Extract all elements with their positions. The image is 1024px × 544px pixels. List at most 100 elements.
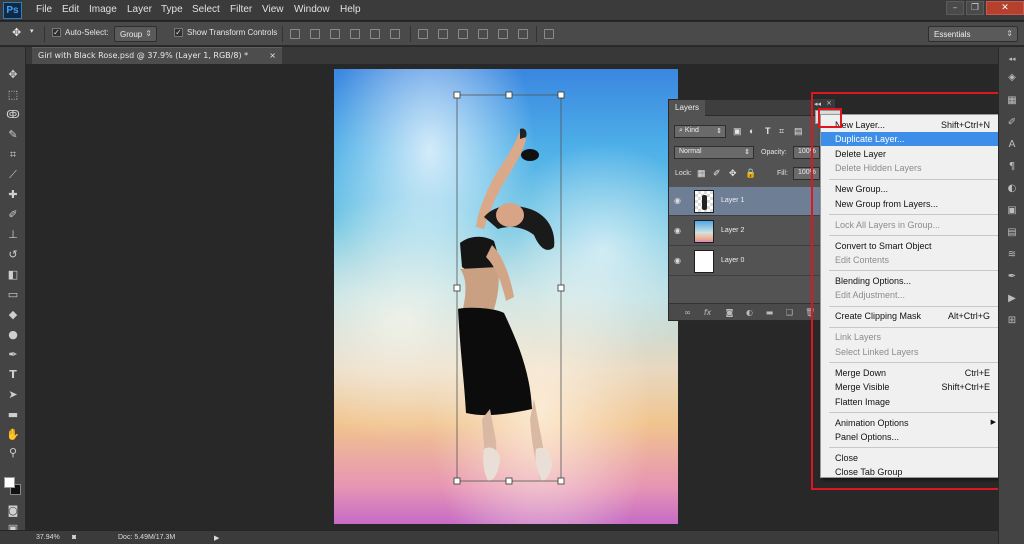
layers-tab[interactable]: Layers xyxy=(669,100,706,116)
history-panel-icon[interactable]: ◈ xyxy=(1006,72,1018,84)
menu-item-new-group-from-layers[interactable]: New Group from Layers... xyxy=(821,197,1002,211)
layer-row[interactable]: ◉ Layer 0 xyxy=(669,247,820,276)
lock-all-icon[interactable]: 🔒 xyxy=(745,168,756,179)
history-brush-tool-icon[interactable]: ↺ xyxy=(5,247,21,263)
visibility-eye-icon[interactable]: ◉ xyxy=(674,226,685,235)
menu-item-panel-options[interactable]: Panel Options... xyxy=(821,430,1002,444)
properties-panel-icon[interactable]: ▦ xyxy=(1006,95,1018,107)
styles-panel-icon[interactable]: ▣ xyxy=(1006,205,1018,217)
align-vcenter-icon[interactable] xyxy=(310,29,320,39)
menu-item-close-tab-group[interactable]: Close Tab Group xyxy=(821,465,1002,479)
workspace-dropdown[interactable]: Essentials ⇕ xyxy=(928,26,1018,42)
menu-item-convert-to-smart-object[interactable]: Convert to Smart Object xyxy=(821,239,1002,253)
clone-stamp-tool-icon[interactable]: ⊥ xyxy=(5,227,21,243)
paragraph-panel-icon[interactable]: ¶ xyxy=(1006,161,1018,173)
new-layer-icon[interactable]: ❑ xyxy=(785,308,794,317)
menu-window[interactable]: Window xyxy=(294,4,330,15)
tool-preset-dropdown-icon[interactable]: ▾ xyxy=(30,27,34,35)
layer-name[interactable]: Layer 1 xyxy=(721,197,744,204)
menu-view[interactable]: View xyxy=(262,4,284,15)
zoom-tool-icon[interactable]: ⚲ xyxy=(5,445,21,461)
visibility-eye-icon[interactable]: ◉ xyxy=(674,196,685,205)
eraser-tool-icon[interactable]: ◧ xyxy=(5,267,21,283)
menu-item-flatten-image[interactable]: Flatten Image xyxy=(821,395,1002,409)
restore-button[interactable]: ❐ xyxy=(966,1,984,15)
rectangle-tool-icon[interactable]: ▬ xyxy=(5,407,21,423)
align-right-icon[interactable] xyxy=(390,29,400,39)
menu-file[interactable]: File xyxy=(36,4,52,15)
distribute-right-icon[interactable] xyxy=(518,29,528,39)
type-filter-icon[interactable]: T xyxy=(765,126,771,136)
swatches-panel-icon[interactable]: ▤ xyxy=(1006,227,1018,239)
mask-icon[interactable]: ◙ xyxy=(725,308,734,317)
handle-bottom-middle[interactable] xyxy=(505,477,513,485)
collapse-panel-icon[interactable]: ◂◂ xyxy=(814,100,821,108)
adjustment-icon[interactable]: ◐ xyxy=(745,308,754,317)
adjustment-filter-icon[interactable]: ◐ xyxy=(749,126,754,136)
close-tab-icon[interactable]: × xyxy=(269,51,276,60)
menu-item-merge-down[interactable]: Merge Down Ctrl+E xyxy=(821,366,1002,380)
lasso-tool-icon[interactable]: ↂ xyxy=(5,107,21,123)
move-tool-icon[interactable]: ✥ xyxy=(12,26,21,39)
quick-selection-tool-icon[interactable]: ✎ xyxy=(5,127,21,143)
adjustments-panel-icon[interactable]: ◐ xyxy=(1006,183,1018,195)
handle-top-left[interactable] xyxy=(453,91,461,99)
distribute-bottom-icon[interactable] xyxy=(458,29,468,39)
auto-select-target-dropdown[interactable]: Group ⇕ xyxy=(114,26,157,42)
lock-transparency-icon[interactable]: ▦ xyxy=(697,168,706,179)
minimize-button[interactable]: – xyxy=(946,1,964,15)
move-tool-icon[interactable]: ✥ xyxy=(5,67,21,83)
align-hcenter-icon[interactable] xyxy=(370,29,380,39)
shape-filter-icon[interactable]: ⌗ xyxy=(779,126,784,137)
close-panel-icon[interactable]: × xyxy=(826,99,832,107)
document-canvas[interactable] xyxy=(334,69,678,524)
menu-help[interactable]: Help xyxy=(340,4,361,15)
distribute-left-icon[interactable] xyxy=(478,29,488,39)
pixel-filter-icon[interactable]: ▣ xyxy=(733,126,742,137)
align-top-icon[interactable] xyxy=(290,29,300,39)
blur-tool-icon[interactable]: ◆ xyxy=(5,307,21,323)
status-menu-arrow-icon[interactable]: ▶ xyxy=(214,534,219,542)
link-icon[interactable]: ∞ xyxy=(683,308,692,317)
auto-select-checkbox[interactable]: ✓ xyxy=(52,28,61,37)
menu-item-animation-options[interactable]: Animation Options ▶ xyxy=(821,416,1002,430)
visibility-eye-icon[interactable]: ◉ xyxy=(674,256,685,265)
menu-item-close[interactable]: Close xyxy=(821,451,1002,465)
brush-tool-icon[interactable]: ✐ xyxy=(5,207,21,223)
handle-bottom-left[interactable] xyxy=(453,477,461,485)
zoom-level[interactable]: 37.94% xyxy=(36,534,60,541)
menu-item-merge-visible[interactable]: Merge Visible Shift+Ctrl+E xyxy=(821,380,1002,394)
trash-icon[interactable]: 🗑 xyxy=(805,308,815,317)
status-info-icon[interactable]: ◙ xyxy=(72,534,76,541)
eyedropper-tool-icon[interactable]: ⟋ xyxy=(5,167,21,183)
fill-input[interactable]: 100% xyxy=(793,167,820,180)
show-transform-checkbox[interactable]: ✓ xyxy=(174,28,183,37)
lock-position-icon[interactable]: ✥ xyxy=(729,168,737,179)
distribute-top-icon[interactable] xyxy=(418,29,428,39)
paths-panel-icon[interactable]: ✒ xyxy=(1006,271,1018,283)
menu-type[interactable]: Type xyxy=(161,4,183,15)
layer-name[interactable]: Layer 2 xyxy=(721,227,744,234)
handle-middle-left[interactable] xyxy=(453,284,461,292)
hand-tool-icon[interactable]: ✋ xyxy=(5,427,21,443)
smart-object-filter-icon[interactable]: ▤ xyxy=(794,126,803,137)
menu-layer[interactable]: Layer xyxy=(127,4,152,15)
align-left-icon[interactable] xyxy=(350,29,360,39)
layer-filter-dropdown[interactable]: ⌕ Kind ⇕ xyxy=(674,125,726,138)
close-window-button[interactable]: ✕ xyxy=(986,1,1024,15)
menu-filter[interactable]: Filter xyxy=(230,4,252,15)
pen-tool-icon[interactable]: ✒ xyxy=(5,347,21,363)
gradient-tool-icon[interactable]: ▭ xyxy=(5,287,21,303)
layer-row[interactable]: ◉ Layer 1 xyxy=(669,187,820,216)
document-tab[interactable]: Girl with Black Rose.psd @ 37.9% (Layer … xyxy=(32,47,282,64)
dock-expand-icon[interactable]: ◂◂ xyxy=(1006,53,1018,65)
dodge-tool-icon[interactable]: ● xyxy=(5,327,21,343)
folder-icon[interactable]: ▬ xyxy=(765,308,774,317)
menu-select[interactable]: Select xyxy=(192,4,220,15)
auto-align-icon[interactable] xyxy=(544,29,554,39)
opacity-input[interactable]: 100% xyxy=(793,146,820,159)
handle-top-middle[interactable] xyxy=(505,91,513,99)
layer-row[interactable]: ◉ Layer 2 xyxy=(669,217,820,246)
lock-pixels-icon[interactable]: ✐ xyxy=(713,168,721,179)
character-panel-icon[interactable]: A xyxy=(1006,139,1018,151)
